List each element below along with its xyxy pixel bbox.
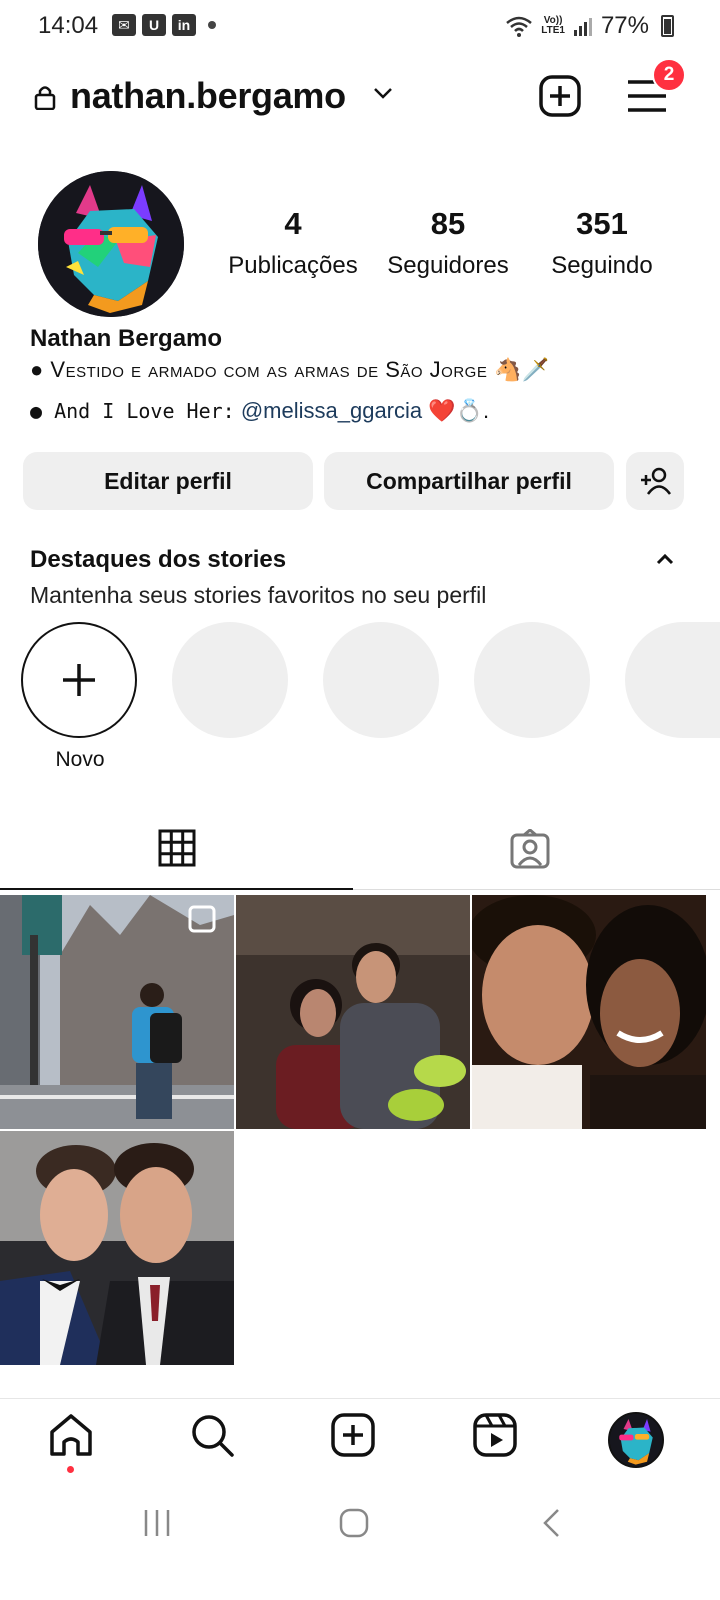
profile-header: nathan.bergamo 2 [30, 58, 690, 122]
create-icon[interactable] [330, 1412, 376, 1458]
posts-label: Publicações [228, 252, 358, 279]
mention-link[interactable]: @melissa_ggarcia [241, 398, 422, 423]
signal-icon [573, 18, 592, 36]
new-highlight-button[interactable] [21, 622, 137, 738]
post-thumbnail[interactable] [0, 895, 234, 1129]
network-label: LTE1 [541, 25, 565, 36]
bio-line-2: ● And I Love Her: @melissa_ggarcia ❤️💍. [30, 398, 489, 424]
bio-line-2-emoji: ❤️💍. [428, 398, 490, 423]
profile-avatar[interactable] [38, 171, 184, 317]
u-app-icon: U [142, 14, 166, 36]
highlight-placeholder [323, 622, 439, 738]
tab-divider [353, 889, 720, 890]
bio-line-1: ● Vestido e armado com as armas de São J… [30, 357, 550, 382]
discover-people-button[interactable] [626, 452, 684, 510]
grid-tab-icon[interactable] [158, 829, 196, 867]
home-icon[interactable] [48, 1412, 94, 1458]
back-icon[interactable] [540, 1506, 562, 1540]
message-icon: ✉ [112, 14, 136, 36]
more-notifications-dot [208, 21, 216, 29]
lte-indicator: Vo)) LTE1 [541, 16, 565, 36]
posts-count: 4 [284, 206, 302, 241]
post-thumbnail[interactable] [0, 1131, 234, 1365]
post-image [236, 895, 470, 1129]
add-person-icon [641, 467, 671, 495]
bio-line-2-text: ● And I Love Her: [30, 399, 235, 423]
wolf-avatar-image [38, 171, 184, 317]
wifi-icon [506, 16, 533, 37]
bottom-nav-divider [0, 1398, 720, 1399]
home-activity-dot [67, 1466, 74, 1473]
post-thumbnail[interactable] [236, 895, 470, 1129]
notification-icons: ✉ U in [112, 14, 216, 36]
highlights-title: Destaques dos stories [30, 546, 287, 573]
status-time: 14:04 [38, 12, 99, 39]
post-image [0, 895, 234, 1129]
followers-count: 85 [430, 206, 466, 241]
post-image [472, 895, 706, 1129]
status-right: Vo)) LTE1 77% [505, 12, 674, 40]
stat-followers[interactable]: 85 Seguidores [378, 206, 518, 280]
status-bar: 14:04 ✉ U in Vo)) LTE1 77% [0, 0, 720, 52]
plus-icon [63, 664, 95, 696]
recent-apps-icon[interactable] [142, 1506, 172, 1540]
username[interactable]: nathan.bergamo [70, 75, 346, 117]
lock-icon [34, 86, 56, 110]
wolf-avatar-image [610, 1414, 662, 1466]
followers-label: Seguidores [387, 252, 509, 279]
chevron-down-icon[interactable] [372, 86, 394, 100]
create-post-icon[interactable] [538, 74, 582, 118]
stat-posts[interactable]: 4 Publicações [220, 206, 366, 280]
profile-tab-avatar[interactable] [608, 1412, 664, 1468]
home-button-icon[interactable] [338, 1506, 370, 1540]
full-name: Nathan Bergamo [30, 325, 223, 352]
reels-icon[interactable] [472, 1412, 518, 1458]
chevron-up-icon[interactable] [655, 552, 675, 566]
tagged-tab-icon[interactable] [510, 829, 550, 869]
stat-following[interactable]: 351 Seguindo [534, 206, 670, 280]
battery-icon [661, 15, 674, 37]
post-thumbnail[interactable] [472, 895, 706, 1129]
post-image [0, 1131, 234, 1365]
following-label: Seguindo [551, 252, 653, 279]
active-tab-indicator [0, 888, 353, 890]
following-count: 351 [576, 206, 628, 241]
share-profile-button[interactable]: Compartilhar perfil [324, 452, 614, 510]
new-highlight-label: Novo [55, 748, 105, 771]
search-icon[interactable] [189, 1412, 235, 1458]
highlight-placeholder [625, 622, 720, 738]
battery-percent: 77% [600, 12, 649, 39]
highlights-subtitle: Mantenha seus stories favoritos no seu p… [30, 582, 487, 608]
edit-profile-button[interactable]: Editar perfil [23, 452, 313, 510]
notification-badge: 2 [652, 58, 686, 92]
highlight-placeholder [474, 622, 590, 738]
linkedin-icon: in [172, 14, 196, 36]
highlight-placeholder [172, 622, 288, 738]
